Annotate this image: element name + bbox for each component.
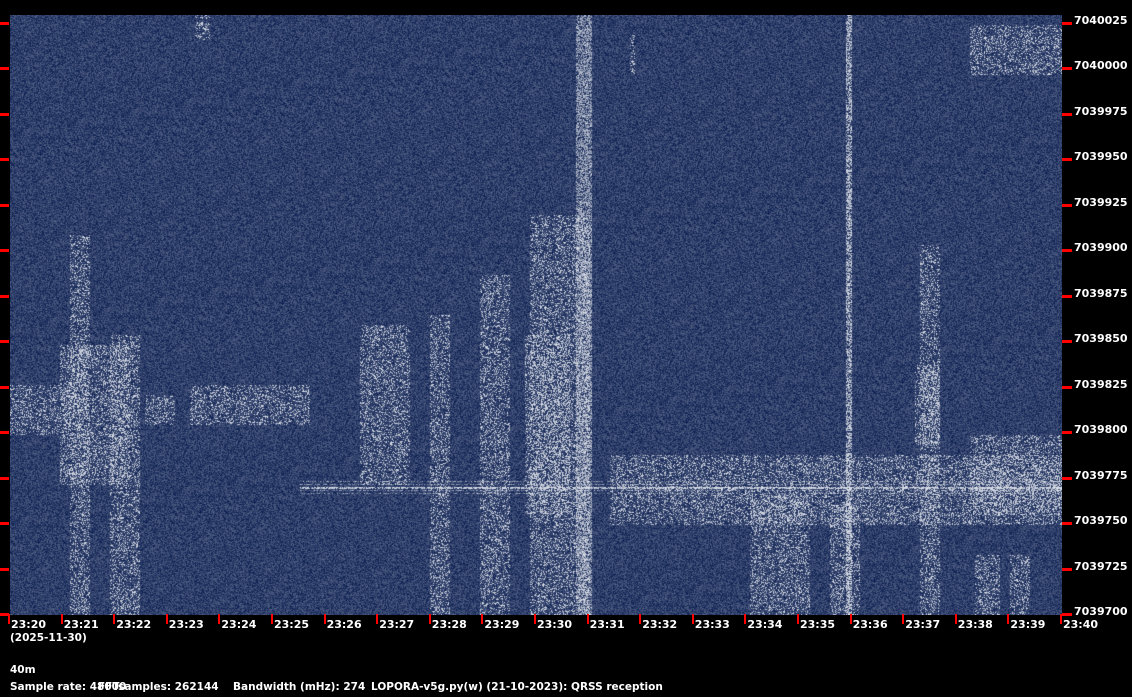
x-tick-label: 23:31 (589, 618, 625, 631)
x-tick (691, 614, 694, 624)
x-tick (534, 614, 536, 624)
x-tick-label: 23:29 (484, 618, 520, 631)
y-tick-right (1062, 112, 1072, 116)
y-tick-label: 7039725 (1074, 559, 1128, 573)
x-tick (218, 614, 221, 624)
x-tick (60, 614, 63, 624)
x-tick-label: 23:38 (957, 618, 993, 631)
spectrogram-heatmap (10, 15, 1062, 615)
y-tick-right (1062, 522, 1072, 526)
x-tick (428, 614, 431, 624)
y-tick-left (0, 385, 9, 389)
y-tick-label: 7039875 (1074, 286, 1128, 300)
y-tick-label: 7039700 (1074, 605, 1128, 618)
y-tick-left (0, 294, 9, 298)
y-tick-label: 7039975 (1074, 104, 1128, 118)
x-tick-label: 23:34 (747, 618, 783, 631)
x-tick-label: 23:37 (905, 618, 941, 631)
x-tick-label: 23:40 (1063, 618, 1099, 631)
band-label: 40m (10, 664, 36, 676)
y-tick-left (0, 476, 9, 480)
x-tick (902, 614, 905, 624)
x-tick (113, 614, 116, 624)
x-tick-label: 23:25 (274, 618, 310, 631)
y-tick-left (0, 112, 9, 116)
y-tick-right (1062, 431, 1072, 435)
x-tick (323, 614, 326, 624)
x-tick-label: 23:30 (537, 618, 573, 631)
bandwidth-label: Bandwidth (mHz): 274 (233, 681, 366, 693)
x-tick (744, 614, 747, 624)
y-tick-label: 7039750 (1074, 514, 1128, 528)
x-tick-label: 23:36 (852, 618, 888, 631)
x-tick-label: 23:21 (63, 618, 99, 631)
y-tick-right (1062, 203, 1072, 207)
x-tick-label: 23:33 (694, 618, 730, 631)
x-tick-label: 23:27 (379, 618, 415, 631)
x-tick-label: 23:28 (431, 618, 467, 631)
x-tick (849, 614, 852, 624)
x-tick-label: 23:22 (116, 618, 152, 631)
x-tick-label: 23:20 (11, 618, 47, 631)
x-tick (376, 614, 379, 624)
x-tick-label: 23:24 (221, 618, 257, 631)
x-tick-label: 23:32 (642, 618, 678, 631)
y-tick-left (0, 22, 9, 25)
x-tick-label: 23:35 (800, 618, 836, 631)
y-tick-label: 7039800 (1074, 423, 1128, 437)
x-tick (586, 614, 589, 624)
x-tick (797, 614, 799, 624)
y-tick-label: 7039850 (1074, 332, 1128, 346)
x-tick (481, 614, 484, 624)
y-tick-label: 7039900 (1074, 241, 1128, 255)
x-tick (1007, 614, 1010, 624)
y-tick-left (0, 522, 9, 526)
y-tick-right (1062, 613, 1072, 616)
y-tick-left (0, 158, 9, 162)
y-tick-label: 7039950 (1074, 150, 1128, 164)
y-tick-left (0, 567, 9, 571)
y-tick-label: 7040025 (1074, 14, 1128, 27)
y-tick-right (1062, 340, 1072, 344)
program-label: LOPORA-v5g.py(w) (21-10-2023): QRSS rece… (371, 681, 663, 693)
y-tick-label: 7039775 (1074, 468, 1128, 482)
y-tick-right (1062, 294, 1072, 298)
x-tick-label: 23:39 (1010, 618, 1046, 631)
y-tick-left (0, 67, 9, 71)
y-tick-right (1062, 249, 1072, 253)
y-tick-right (1062, 385, 1072, 389)
x-tick (271, 614, 273, 624)
x-tick (639, 614, 642, 624)
y-tick-left (0, 203, 9, 207)
y-tick-label: 7039825 (1074, 377, 1128, 391)
y-tick-left (0, 340, 9, 344)
y-tick-right (1062, 67, 1072, 71)
y-tick-label: 7040000 (1074, 59, 1128, 73)
x-tick (1060, 614, 1062, 624)
x-tick-label: 23:26 (326, 618, 362, 631)
x-tick-label: 23:23 (168, 618, 204, 631)
y-tick-right (1062, 476, 1072, 480)
x-tick (165, 614, 168, 624)
y-tick-right (1062, 567, 1072, 571)
date-label: (2025-11-30) (10, 632, 87, 644)
y-tick-right (1062, 22, 1072, 25)
y-tick-left (0, 249, 9, 253)
x-tick (8, 614, 10, 624)
y-tick-right (1062, 158, 1072, 162)
y-tick-left (0, 431, 9, 435)
fft-samples-label: FFTsamples: 262144 (98, 681, 219, 693)
y-tick-label: 7039925 (1074, 195, 1128, 209)
x-tick (954, 614, 957, 624)
